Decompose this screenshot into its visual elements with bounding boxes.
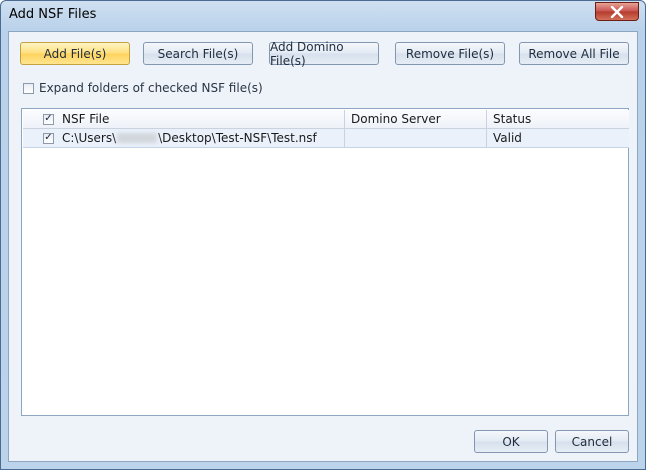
search-files-button[interactable]: Search File(s) bbox=[143, 42, 253, 65]
table-row[interactable]: ✓ C:\Users\ \Desktop\Test-NSF\Test.nsf Va… bbox=[23, 129, 629, 148]
nsf-file-grid: ✓ NSF File Domino Server Status ✓ C:\Use… bbox=[21, 108, 629, 416]
expand-folders-checkbox[interactable] bbox=[23, 82, 34, 94]
grid-header: ✓ NSF File Domino Server Status bbox=[23, 110, 629, 129]
select-all-checkbox[interactable]: ✓ bbox=[43, 113, 54, 125]
path-prefix: C:\Users\ bbox=[62, 131, 117, 145]
column-header-domino-server[interactable]: Domino Server bbox=[345, 110, 487, 128]
add-domino-files-button[interactable]: Add Domino File(s) bbox=[269, 40, 379, 68]
path-suffix: \Desktop\Test-NSF\Test.nsf bbox=[158, 131, 317, 145]
column-header-nsf-file[interactable]: ✓ NSF File bbox=[23, 110, 345, 128]
column-header-status[interactable]: Status bbox=[487, 110, 629, 128]
close-icon bbox=[610, 5, 624, 18]
add-files-button[interactable]: Add File(s) bbox=[20, 42, 130, 65]
cell-nsf-file: ✓ C:\Users\ \Desktop\Test-NSF\Test.nsf bbox=[23, 129, 345, 147]
add-nsf-files-dialog: Add NSF Files Add File(s) Search File(s)… bbox=[0, 0, 646, 470]
title-bar: Add NSF Files bbox=[1, 1, 645, 31]
window-title: Add NSF Files bbox=[9, 7, 97, 22]
dialog-body: Add File(s) Search File(s) Add Domino Fi… bbox=[8, 31, 638, 462]
row-checkbox[interactable]: ✓ bbox=[43, 132, 54, 144]
expand-folders-label: Expand folders of checked NSF file(s) bbox=[39, 81, 263, 95]
redacted-username bbox=[117, 133, 158, 143]
expand-folders-option: Expand folders of checked NSF file(s) bbox=[23, 80, 263, 96]
ok-button[interactable]: OK bbox=[474, 430, 548, 453]
cancel-button[interactable]: Cancel bbox=[555, 430, 629, 453]
remove-all-file-button[interactable]: Remove All File bbox=[519, 42, 629, 65]
cell-domino-server bbox=[345, 129, 487, 147]
close-button[interactable] bbox=[595, 2, 639, 21]
cell-status: Valid bbox=[493, 131, 522, 145]
column-label-nsf-file: NSF File bbox=[62, 112, 110, 126]
remove-files-button[interactable]: Remove File(s) bbox=[395, 42, 505, 65]
